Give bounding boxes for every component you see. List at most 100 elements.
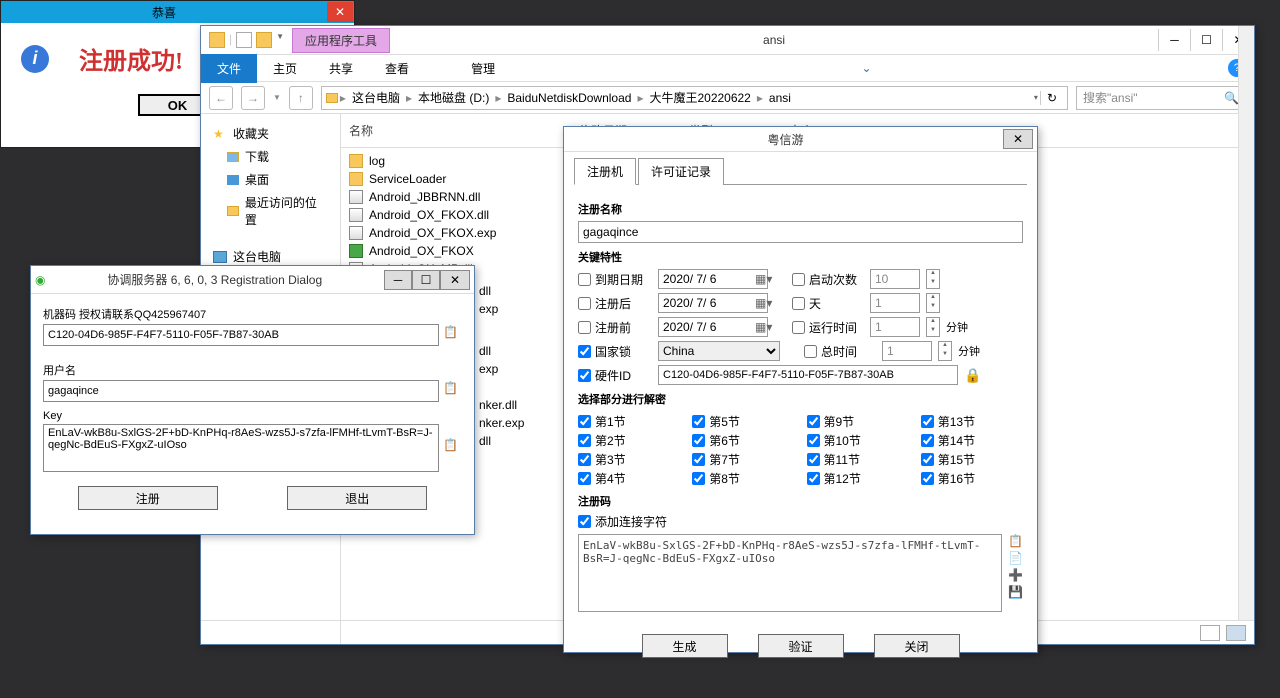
section-checkbox[interactable]: 第15节 (921, 451, 1023, 468)
section-checkbox[interactable]: 第16节 (921, 470, 1023, 487)
section-checkbox[interactable]: 第2节 (578, 432, 680, 449)
section-checkbox[interactable]: 第1节 (578, 413, 680, 430)
new-icon[interactable] (236, 32, 252, 48)
history-dropdown-icon[interactable]: ▼ (273, 93, 281, 102)
hwid-checkbox[interactable]: 硬件ID (578, 367, 652, 384)
reg-name-input[interactable] (578, 221, 1023, 243)
addconn-checkbox[interactable]: 添加连接字符 (578, 513, 1023, 530)
search-icon[interactable]: 🔍 (1224, 91, 1239, 105)
section-checkbox[interactable]: 第5节 (692, 413, 794, 430)
address-dropdown-icon[interactable]: ▾ (1034, 93, 1038, 102)
close-button[interactable]: 关闭 (874, 634, 960, 658)
close-button[interactable]: ✕ (1003, 129, 1033, 149)
runtime-checkbox[interactable]: 运行时间 (792, 319, 864, 336)
sidebar-recent[interactable]: 最近访问的位置 (209, 191, 332, 231)
hwid-input[interactable] (658, 365, 958, 385)
crumb-drive[interactable]: 本地磁盘 (D:) (414, 89, 493, 106)
paste-icon[interactable]: 📄 (1008, 551, 1023, 565)
spinner[interactable]: ▲▼ (926, 317, 940, 337)
key-input[interactable]: EnLaV-wkB8u-SxlGS-2F+bD-KnPHq-r8AeS-wzs5… (43, 424, 439, 472)
spinner[interactable]: ▲▼ (938, 341, 952, 361)
col-name[interactable]: 名称 (341, 118, 571, 143)
regcode-textarea[interactable]: EnLaV-wkB8u-SxlGS-2F+bD-KnPHq-r8AeS-wzs5… (578, 534, 1002, 612)
verify-button[interactable]: 验证 (758, 634, 844, 658)
section-checkbox[interactable]: 第12节 (807, 470, 909, 487)
tab-license-log[interactable]: 许可证记录 (638, 158, 724, 185)
section-checkbox[interactable]: 第9节 (807, 413, 909, 430)
crumb-folder1[interactable]: BaiduNetdiskDownload (503, 91, 635, 105)
before-date-input[interactable]: 2020/ 7/ 6▦▾ (658, 317, 768, 337)
back-button[interactable]: ← (209, 86, 233, 110)
exit-button[interactable]: 退出 (287, 486, 427, 510)
section-checkbox[interactable]: 第13节 (921, 413, 1023, 430)
sidebar-favorites[interactable]: ★收藏夹 (209, 122, 332, 145)
section-checkbox[interactable]: 第14节 (921, 432, 1023, 449)
crumb-pc[interactable]: 这台电脑 (348, 89, 404, 106)
view-icons-button[interactable] (1226, 625, 1246, 641)
tab-file[interactable]: 文件 (201, 54, 257, 83)
section-checkbox[interactable]: 第6节 (692, 432, 794, 449)
crumb-folder2[interactable]: 大牛魔王20220622 (645, 89, 754, 106)
calendar-icon[interactable]: ▦▾ (755, 320, 763, 334)
app-tools-tab[interactable]: 应用程序工具 (292, 28, 390, 53)
tab-manage[interactable]: 管理 (455, 54, 511, 83)
section-checkbox[interactable]: 第10节 (807, 432, 909, 449)
maximize-button[interactable]: ☐ (412, 270, 440, 290)
forward-button[interactable]: → (241, 86, 265, 110)
tab-share[interactable]: 共享 (313, 54, 369, 83)
section-checkbox[interactable]: 第7节 (692, 451, 794, 468)
sidebar-downloads[interactable]: 下载 (209, 145, 332, 168)
country-select[interactable]: China (658, 341, 780, 361)
generate-button[interactable]: 生成 (642, 634, 728, 658)
spinner[interactable]: ▲▼ (926, 269, 940, 289)
calendar-icon[interactable]: ▦▾ (755, 272, 763, 286)
breadcrumb[interactable]: ▸ 这台电脑▸ 本地磁盘 (D:)▸ BaiduNetdiskDownload▸… (321, 86, 1068, 110)
section-checkbox[interactable]: 第3节 (578, 451, 680, 468)
copy-icon[interactable]: 📋 (443, 438, 462, 458)
minimize-button[interactable]: ─ (1158, 29, 1190, 51)
copy-icon[interactable]: 📋 (443, 381, 462, 401)
section-checkbox[interactable]: 第11节 (807, 451, 909, 468)
tab-view[interactable]: 查看 (369, 54, 425, 83)
tab-home[interactable]: 主页 (257, 54, 313, 83)
sidebar-desktop[interactable]: 桌面 (209, 168, 332, 191)
calendar-icon[interactable]: ▦▾ (755, 296, 763, 310)
after-checkbox[interactable]: 注册后 (578, 295, 652, 312)
view-details-button[interactable] (1200, 625, 1220, 641)
minimize-button[interactable]: ─ (384, 270, 412, 290)
totaltime-input[interactable]: 1 (882, 341, 932, 361)
boot-count-input[interactable]: 10 (870, 269, 920, 289)
totaltime-checkbox[interactable]: 总时间 (804, 343, 876, 360)
boot-checkbox[interactable]: 启动次数 (792, 271, 864, 288)
scrollbar[interactable] (1238, 26, 1254, 620)
ribbon-expand-icon[interactable]: ⌄ (862, 61, 872, 75)
section-checkbox[interactable]: 第4节 (578, 470, 680, 487)
runtime-input[interactable]: 1 (870, 317, 920, 337)
after-date-input[interactable]: 2020/ 7/ 6▦▾ (658, 293, 768, 313)
section-checkbox[interactable]: 第8节 (692, 470, 794, 487)
days-checkbox[interactable]: 天 (792, 295, 864, 312)
expiry-date-input[interactable]: 2020/ 7/ 6▦▾ (658, 269, 768, 289)
open-icon[interactable] (256, 32, 272, 48)
dropdown-icon[interactable]: ▼ (276, 32, 284, 48)
up-button[interactable]: ↑ (289, 86, 313, 110)
close-button[interactable]: ✕ (440, 270, 470, 290)
days-input[interactable]: 1 (870, 293, 920, 313)
before-checkbox[interactable]: 注册前 (578, 319, 652, 336)
close-button[interactable]: ✕ (327, 2, 353, 22)
save-icon[interactable]: 💾 (1008, 585, 1023, 599)
spinner[interactable]: ▲▼ (926, 293, 940, 313)
crumb-folder3[interactable]: ansi (765, 91, 795, 105)
machine-code-input[interactable] (43, 324, 439, 346)
copy-icon[interactable]: 📋 (1008, 534, 1023, 548)
search-input[interactable]: 搜索"ansi" 🔍 (1076, 86, 1246, 110)
register-button[interactable]: 注册 (78, 486, 218, 510)
username-input[interactable] (43, 380, 439, 402)
lock-icon[interactable]: 🔒 (964, 367, 981, 384)
country-checkbox[interactable]: 国家锁 (578, 343, 652, 360)
maximize-button[interactable]: ☐ (1190, 29, 1222, 51)
add-icon[interactable]: ➕ (1008, 568, 1023, 582)
copy-icon[interactable]: 📋 (443, 325, 462, 345)
refresh-icon[interactable]: ↻ (1040, 91, 1063, 105)
tab-register[interactable]: 注册机 (574, 158, 636, 185)
